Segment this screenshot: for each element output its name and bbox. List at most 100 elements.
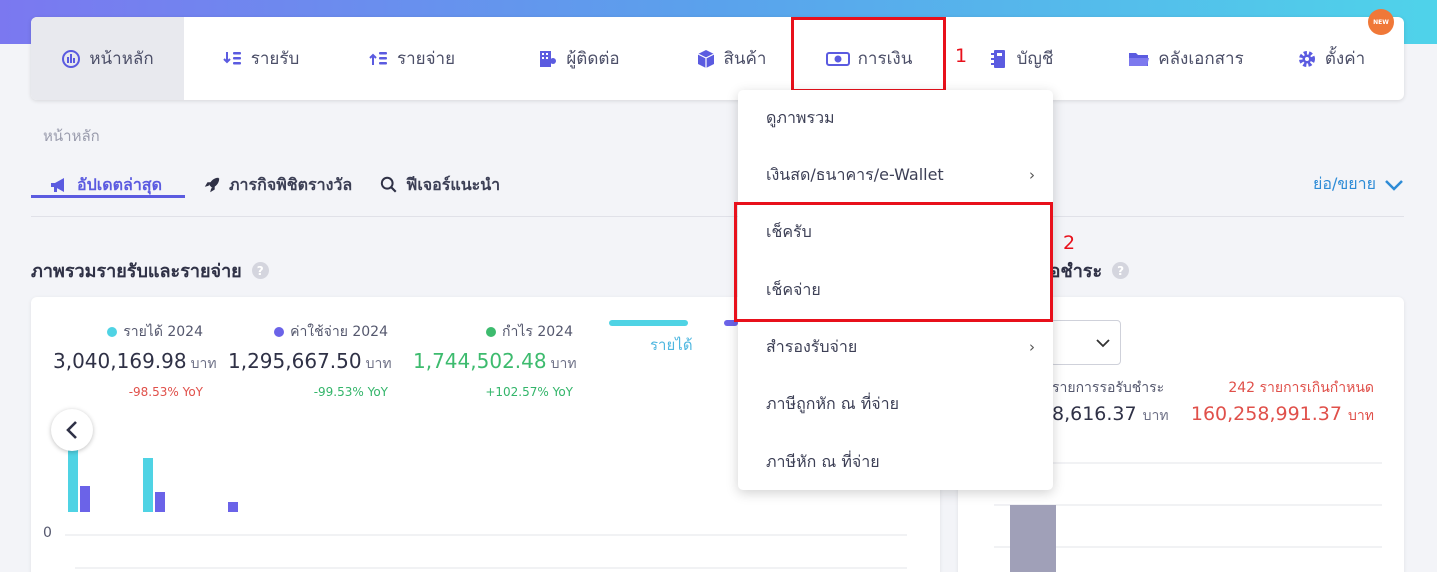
chevron-right-icon: ›: [1029, 166, 1035, 184]
overdue-label: 242 รายการเกินกำหนด: [1228, 380, 1374, 396]
stat-profit-unit: บาท: [550, 356, 577, 372]
nav-item-expense[interactable]: รายจ่าย: [349, 17, 475, 100]
collapse-label: ย่อ/ขยาย: [1312, 174, 1376, 193]
legend-income-label: รายได้: [650, 336, 693, 354]
help-icon[interactable]: ?: [251, 262, 269, 279]
highlight-box-cheques: [734, 202, 1053, 322]
highlight-box-finance: [791, 17, 946, 92]
tab-missions-label: ภารกิจพิชิตรางวัล: [229, 174, 353, 194]
expense-dot: [274, 327, 285, 337]
product-box-icon: [697, 49, 714, 68]
bar-income-1[interactable]: [68, 450, 78, 512]
menu-item-wht-label: ภาษีหัก ณ ที่จ่าย: [766, 451, 880, 471]
nav-item-income[interactable]: รายรับ: [201, 17, 321, 100]
main-navbar: หน้าหลัก รายรับ รายจ่าย ผู้ติดต่อ สินค้า…: [31, 9, 1404, 100]
nav-item-home[interactable]: หน้าหลัก: [31, 17, 184, 100]
bar-income-2[interactable]: [143, 458, 153, 512]
nav-label-income: รายรับ: [250, 49, 300, 69]
menu-item-petty-cash[interactable]: สำรองรับจ่าย ›: [738, 327, 1053, 367]
tab-latest-label: อัปเดตล่าสุด: [77, 174, 162, 194]
stat-profit: กำไร 2024 1,744,502.48 บาท +102.57% YoY: [413, 321, 577, 399]
bar-expense-3[interactable]: [228, 502, 238, 512]
stat-income-yoy: -98.53% YoY: [128, 385, 203, 399]
menu-item-cash-label: เงินสด/ธนาคาร/e-Wallet: [766, 164, 944, 184]
stat-profit-label: กำไร 2024: [502, 324, 573, 340]
gear-icon: [1298, 50, 1315, 67]
receivable-help-icon[interactable]: ?: [1112, 262, 1130, 279]
menu-item-cash-bank-ewallet[interactable]: เงินสด/ธนาคาร/e-Wallet ›: [738, 155, 1053, 195]
pending-value: 8,616.37: [1052, 403, 1137, 425]
stat-profit-yoy: +102.57% YoY: [485, 385, 573, 399]
chevron-down-icon: [1385, 179, 1403, 191]
income-dot: [107, 327, 118, 337]
receivable-bar[interactable]: [1010, 505, 1056, 572]
stat-income: รายได้ 2024 3,040,169.98 บาท -98.53% YoY: [53, 321, 217, 399]
nav-label-expense: รายจ่าย: [396, 49, 456, 69]
nav-label-home: หน้าหลัก: [89, 49, 154, 69]
bar-expense-2[interactable]: [155, 492, 165, 512]
megaphone-icon: [51, 178, 64, 192]
menu-item-petty-cash-label: สำรองรับจ่าย: [766, 336, 858, 356]
stat-income-label: รายได้ 2024: [123, 324, 203, 340]
overdue-value: 160,258,991.37: [1190, 403, 1342, 425]
nav-item-documents[interactable]: คลังเอกสาร: [1111, 17, 1261, 100]
nav-label-documents: คลังเอกสาร: [1158, 49, 1244, 69]
rocket-icon: [204, 177, 220, 193]
tab-features-label: ฟีเจอร์แนะนำ: [406, 174, 501, 194]
new-badge: NEW: [1368, 9, 1394, 35]
breadcrumb: หน้าหลัก: [43, 127, 100, 145]
overdue-unit: บาท: [1348, 408, 1374, 424]
nav-label-settings: ตั้งค่า: [1324, 49, 1366, 69]
dashboard-icon: [62, 49, 81, 68]
stat-expense: ค่าใช้จ่าย 2024 1,295,667.50 บาท -99.53% …: [228, 321, 392, 399]
stat-expense-yoy: -99.53% YoY: [313, 385, 388, 399]
dashboard-tabs: อัปเดตล่าสุด ภารกิจพิชิตรางวัล ฟีเจอร์แน…: [31, 162, 1404, 217]
overview-title-text: ภาพรวมรายรับและรายจ่าย: [31, 261, 242, 282]
folder-icon: [1129, 52, 1150, 66]
profit-dot: [486, 327, 497, 337]
chevron-left-icon: [66, 421, 77, 439]
nav-item-settings[interactable]: ตั้งค่า NEW: [1286, 9, 1394, 100]
income-icon: [223, 51, 241, 64]
annotation-number-2: 2: [1063, 232, 1076, 254]
nav-label-contacts: ผู้ติดต่อ: [566, 49, 620, 69]
menu-item-overview[interactable]: ดูภาพรวม: [738, 98, 1053, 138]
contacts-icon: [540, 50, 557, 67]
accounting-book-icon: [990, 49, 1005, 68]
menu-item-wht-deducted-label: ภาษีถูกหัก ณ ที่จ่าย: [766, 393, 899, 413]
nav-item-accounting[interactable]: บัญชี: [981, 17, 1061, 100]
tab-features[interactable]: ฟีเจอร์แนะนำ: [380, 170, 500, 200]
menu-item-withholding-tax-deducted[interactable]: ภาษีถูกหัก ณ ที่จ่าย: [738, 384, 1053, 424]
pending-amount: 8,616.37 บาท: [1052, 403, 1169, 427]
select-chevron-icon: [1096, 339, 1110, 348]
chevron-right-icon: ›: [1029, 338, 1035, 356]
pending-unit: บาท: [1142, 408, 1169, 424]
search-icon: [380, 176, 397, 193]
nav-item-products[interactable]: สินค้า: [671, 17, 791, 100]
period-select[interactable]: [1050, 320, 1121, 365]
menu-item-withholding-tax[interactable]: ภาษีหัก ณ ที่จ่าย: [738, 442, 1053, 482]
menu-item-overview-label: ดูภาพรวม: [766, 107, 835, 127]
stat-expense-unit: บาท: [365, 356, 392, 372]
nav-label-accounting: บัญชี: [1016, 49, 1054, 69]
receivable-section-title: รอชำระ ?: [1040, 256, 1130, 285]
stat-expense-label: ค่าใช้จ่าย 2024: [290, 324, 388, 340]
pending-label: รายการรอรับชำระ: [1052, 380, 1165, 396]
collapse-toggle[interactable]: ย่อ/ขยาย: [1313, 172, 1404, 197]
overdue-amount: 160,258,991.37 บาท: [1191, 403, 1374, 427]
axis-zero-label: 0: [43, 525, 52, 541]
overview-section-title: ภาพรวมรายรับและรายจ่าย ?: [31, 256, 269, 285]
legend-income-bar[interactable]: [609, 320, 688, 326]
bar-expense-1[interactable]: [80, 486, 90, 512]
nav-label-products: สินค้า: [723, 49, 767, 69]
chart-prev-button[interactable]: [51, 409, 93, 451]
annotation-number-1: 1: [955, 45, 968, 67]
nav-item-contacts[interactable]: ผู้ติดต่อ: [509, 17, 649, 100]
stat-expense-value: 1,295,667.50: [228, 349, 362, 373]
stat-income-unit: บาท: [190, 356, 217, 372]
expense-icon: [369, 51, 387, 65]
tab-missions[interactable]: ภารกิจพิชิตรางวัล: [203, 170, 352, 200]
stat-profit-value: 1,744,502.48: [413, 349, 547, 373]
active-tab-underline: [31, 195, 185, 198]
stat-income-value: 3,040,169.98: [53, 349, 187, 373]
